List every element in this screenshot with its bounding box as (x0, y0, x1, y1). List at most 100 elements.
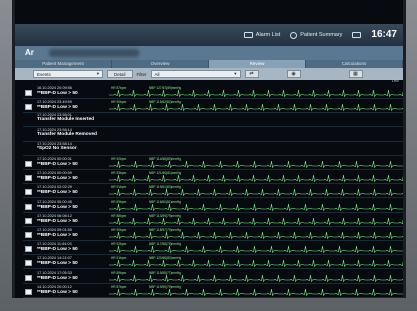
ecg-trace (109, 160, 403, 169)
event-label: *SpO2 No Sensor (37, 145, 77, 151)
event-timestamp: 16.10.2024 20:09:56 (37, 86, 72, 90)
ecg-strip: HR 87bpm NBP 119/59(79)mmHg (109, 285, 403, 298)
detail-button[interactable]: Detail (107, 70, 133, 78)
row-checkbox[interactable] (25, 260, 32, 267)
tab-patient-management[interactable]: Patient Management (15, 60, 112, 68)
tab-overview[interactable]: Overview (112, 60, 209, 68)
patient-summary-icon (290, 31, 298, 39)
event-timestamp: 17.10.2024 00:00:31 (37, 157, 72, 161)
event-row[interactable]: 17.10.2024 11:44:03 **BBP-D Low > 50 HR 92… (23, 242, 403, 256)
event-label: **BBP-D Low > 50 (37, 204, 78, 210)
ecg-waveform (109, 260, 403, 268)
topbar-left (15, 24, 75, 46)
alarm-list-button[interactable]: Alarm List (243, 32, 281, 38)
patient-title-bar: Ar (15, 46, 403, 60)
ecg-strip: HR 89bpm NBP 115/58(77)mmHg (109, 271, 403, 284)
ecg-trace (109, 246, 403, 254)
chevron-down-icon: ▾ (96, 71, 99, 76)
ecg-waveform (109, 189, 403, 197)
event-row[interactable]: 17.10.2024 23:49:59 **BBP-D Low > 50 HR 90… (23, 100, 403, 114)
events-select-value: Events (37, 71, 51, 77)
printer-icon (352, 32, 362, 38)
event-label: **BBP-D Low > 50 (37, 190, 78, 196)
event-row[interactable]: 17.10.2024 00:00:31 **BBP-D Low > 50 HR 92… (23, 157, 403, 170)
ecg-waveform (109, 288, 403, 297)
ecg-waveform (109, 217, 403, 226)
row-checkbox[interactable] (25, 161, 32, 167)
event-row[interactable]: 17.10.2024 23:58:14 *SpO2 No Sensor (23, 142, 403, 156)
row-checkbox[interactable] (25, 246, 32, 253)
ecg-trace (109, 189, 403, 197)
row-checkbox[interactable] (25, 217, 32, 224)
event-timestamp: 17.10.2024 23:49:59 (37, 100, 72, 105)
tab-review[interactable]: Review (209, 60, 306, 68)
ecg-waveform (109, 89, 403, 98)
row-checkbox[interactable] (25, 90, 32, 96)
tab-calculations[interactable]: Calculations (306, 60, 403, 68)
grid-button[interactable]: ▦ (348, 70, 363, 78)
ecg-trace (109, 288, 403, 297)
event-timestamp: 17.10.2024 14:21:07 (37, 256, 72, 261)
event-label: **BBP-D Low > 50 (37, 233, 78, 238)
event-label: **BBP-D Low > 50 (37, 176, 78, 182)
event-label: Transfer Module Inserted (37, 117, 95, 123)
ecg-waveform (109, 203, 403, 211)
ecg-strip: HR 90bpm NBP 118/57(79)mmHg (109, 228, 403, 241)
event-timestamp: 17.10.2024 00:00:59 (37, 171, 72, 176)
tab-bar: Patient Management Overview Review Calcu… (15, 60, 403, 68)
event-row[interactable]: 14.10.2024 20:00:12 **BBP-D Low > 50 HR 87… (23, 285, 403, 298)
event-label: **BBP-D Low > 50 (37, 218, 78, 224)
camera-button[interactable]: ◉ (286, 70, 301, 78)
clock: 16:47 (371, 30, 397, 40)
row-checkbox[interactable] (25, 203, 32, 210)
ecg-trace (109, 217, 403, 226)
alarm-list-label: Alarm List (255, 32, 281, 38)
refresh-button[interactable]: ⇄ (244, 70, 259, 78)
grid-icon: ▦ (353, 71, 358, 77)
event-label: **BBP-D Low > 50 (37, 91, 78, 96)
event-row[interactable]: 17.10.2024 05:00:48 **BBP-D Low > 50 HR 89… (23, 200, 403, 213)
event-row[interactable]: 17.10.2024 14:21:07 **BBP-D Low > 50 HR 91… (23, 256, 403, 270)
event-row[interactable]: 17.10.2024 06:08:12 **BBP-D Low > 50 HR 88… (23, 214, 403, 227)
event-row[interactable]: 17.10.2024 23:58:14 Transfer Module Remov… (23, 128, 403, 142)
row-checkbox[interactable] (25, 175, 32, 182)
ecg-trace (109, 89, 403, 98)
ecg-strip: HR 90bpm NBP 115/62(82)mmHg (109, 100, 403, 113)
ecg-trace (109, 104, 403, 112)
event-timestamp: 17.10.2024 17:05:33 (37, 270, 72, 275)
event-row[interactable]: 17.10.2024 02:02:29 **BBP-D Low > 50 HR 91… (23, 185, 403, 199)
top-bar: Alarm List Patient Summary 16:47 (15, 24, 403, 46)
patient-summary-label: Patient Summary (300, 32, 343, 38)
filter-bar: Events ▾ Detail Filter All ▾ ⇄ ◉ ▦ (15, 68, 403, 80)
all-select[interactable]: All ▾ (150, 70, 241, 78)
event-label: **BBP-D Low > 50 (37, 289, 78, 295)
row-checkbox[interactable] (25, 274, 32, 281)
monitor-screen: Alarm List Patient Summary 16:47 Ar Pati… (12, 0, 406, 298)
printer-button[interactable] (352, 32, 362, 38)
ecg-waveform (109, 160, 403, 169)
ecg-strip: HR 91bpm NBP 119/61(83)mmHg (109, 185, 403, 198)
event-row[interactable]: 17.10.2024 17:05:33 **BBP-D Low > 50 HR 89… (23, 271, 403, 284)
event-timestamp: 17.10.2024 11:44:03 (37, 242, 72, 247)
event-label: **BBP-D Low > 50 (37, 162, 78, 167)
ecg-waveform (109, 246, 403, 254)
patient-summary-button[interactable]: Patient Summary (290, 31, 343, 39)
row-checkbox[interactable] (25, 104, 32, 111)
ecg-strip: HR 88bpm NBP 113/59(79)mmHg (109, 214, 403, 227)
ecg-strip: HR 87bpm NBP 127/67(89)mmHg (109, 86, 403, 99)
row-checkbox[interactable] (25, 288, 32, 295)
event-row[interactable]: 16.10.2024 20:09:56 **BBP-D Low > 50 HR 87… (23, 86, 403, 99)
event-timestamp: 17.10.2024 09:01:55 (37, 228, 72, 232)
event-row[interactable]: 17.10.2024 09:01:55 **BBP-D Low > 50 HR 90… (23, 228, 403, 241)
event-label: **BBP-D Low > 50 (37, 261, 78, 267)
events-select[interactable]: Events ▾ (33, 70, 103, 78)
row-checkbox[interactable] (25, 232, 32, 238)
event-timestamp: 17.10.2024 02:02:29 (37, 185, 72, 190)
ecg-waveform (109, 104, 403, 112)
ecg-strip: HR 91bpm NBP 120/60(80)mmHg (109, 256, 403, 269)
event-label: **BBP-D Low > 50 (37, 247, 78, 253)
row-checkbox[interactable] (25, 189, 32, 196)
event-row[interactable]: 17.10.2024 00:00:59 **BBP-D Low > 50 HR 93… (23, 171, 403, 185)
event-row[interactable]: 17.10.2024 23:58:01 Transfer Module Inser… (23, 113, 403, 128)
event-label: **BBP-D Low > 50 (37, 105, 78, 111)
